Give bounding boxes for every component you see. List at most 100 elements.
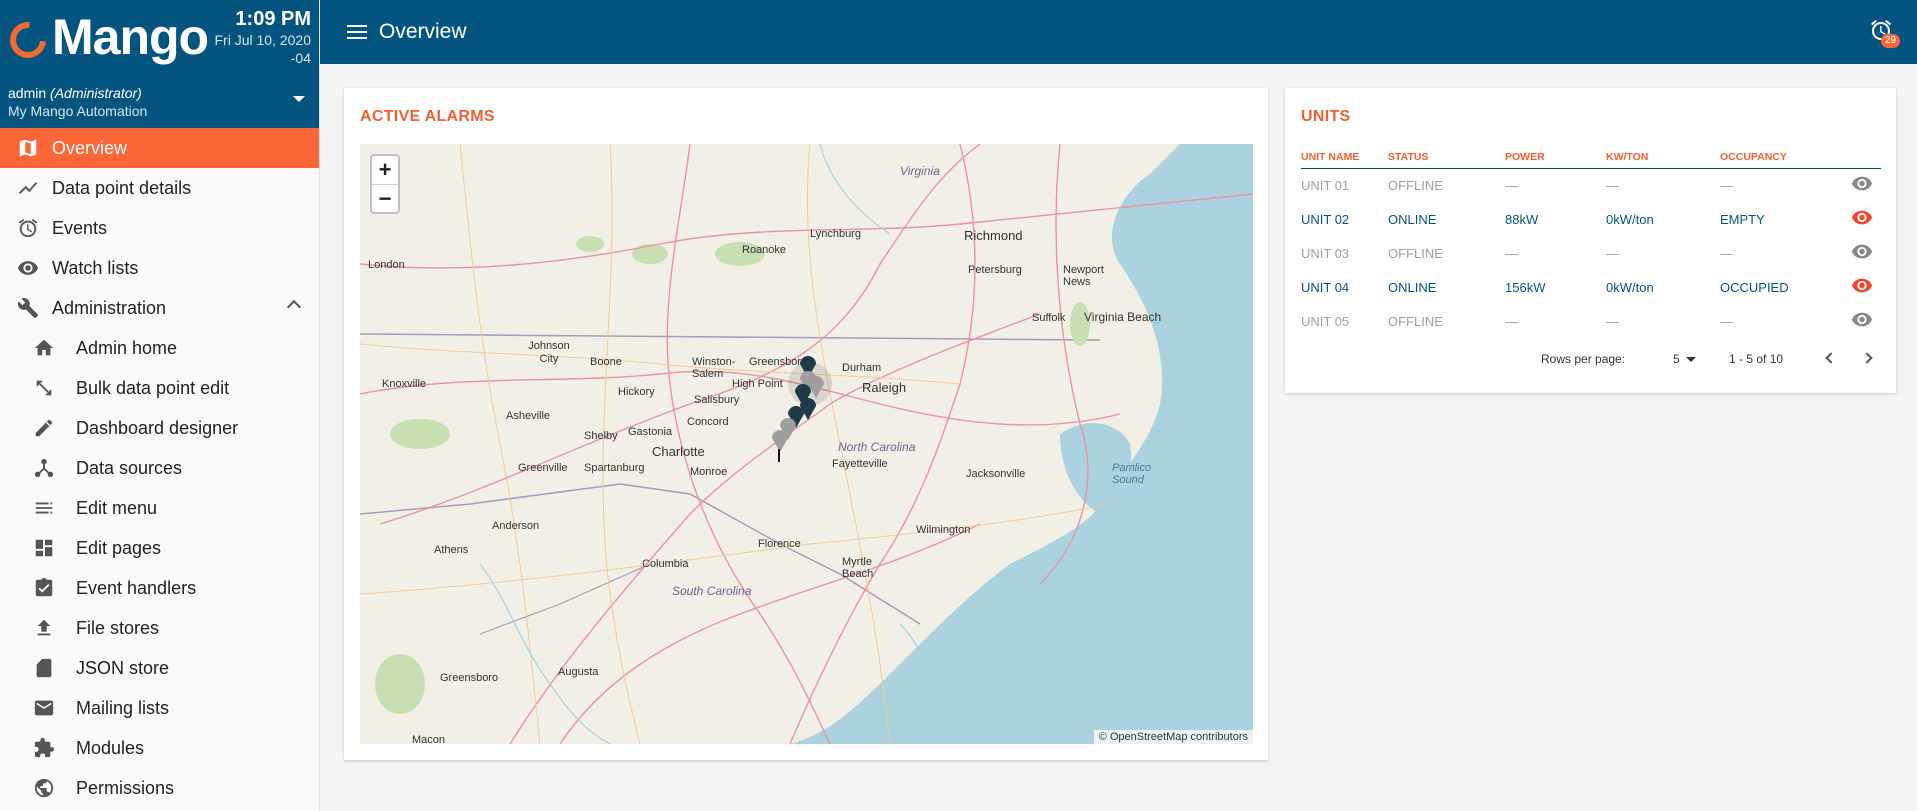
menu-item-dashboard-designer[interactable]: Dashboard designer bbox=[0, 408, 319, 448]
alarm-map[interactable]: Virginia Lynchburg Richmond Roanoke Pete… bbox=[360, 144, 1253, 744]
logo-text: Mango bbox=[52, 9, 209, 65]
map-label: Raleigh bbox=[862, 380, 907, 395]
menu-item-event-handlers[interactable]: Event handlers bbox=[0, 568, 319, 608]
sidebar: Mango 1:09 PM Fri Jul 10, 2020 -04 admin… bbox=[0, 0, 320, 811]
map-label: Newport News bbox=[1063, 264, 1104, 288]
column-header-actions bbox=[1851, 146, 1881, 169]
puzzle-icon bbox=[32, 736, 56, 760]
active-alarms-card: ACTIVE ALARMS Virginia Lynchburg Richmon… bbox=[344, 88, 1268, 760]
table-row[interactable]: UNIT 03 OFFLINE — — — bbox=[1301, 236, 1881, 270]
zoom-in-button[interactable]: + bbox=[372, 156, 398, 184]
map-label: Charlotte bbox=[652, 444, 705, 459]
user-role: (Administrator) bbox=[50, 85, 142, 101]
menu-item-bulk-data-point-edit[interactable]: Bulk data point edit bbox=[0, 368, 319, 408]
map-label: South Carolina bbox=[672, 584, 752, 598]
unit-occupancy: — bbox=[1720, 177, 1733, 193]
eye-icon[interactable] bbox=[1851, 244, 1873, 260]
unit-name: UNIT 01 bbox=[1301, 177, 1350, 193]
menu-item-overview[interactable]: Overview bbox=[0, 128, 319, 168]
clock-date: Fri Jul 10, 2020 bbox=[214, 32, 312, 48]
menu-item-admin-home[interactable]: Admin home bbox=[0, 328, 319, 368]
table-header-row: UNIT NAME STATUS POWER KW/TON OCCUPANCY bbox=[1301, 146, 1881, 169]
eye-icon[interactable] bbox=[1851, 278, 1873, 294]
map-label: Suffolk bbox=[1032, 312, 1066, 324]
map-label: Virginia bbox=[900, 164, 940, 178]
chevron-left-icon[interactable] bbox=[1825, 352, 1837, 364]
menu-label: Permissions bbox=[76, 777, 175, 798]
user-dropdown-icon[interactable] bbox=[293, 96, 305, 102]
map-label: Greensboro bbox=[440, 672, 499, 684]
chevron-up-icon[interactable] bbox=[286, 299, 302, 315]
unit-power: 88kW bbox=[1505, 211, 1539, 227]
map-label: London bbox=[368, 259, 405, 271]
menu-label: File stores bbox=[76, 617, 160, 638]
menu-label: Edit pages bbox=[76, 537, 162, 558]
map-label: North Carolina bbox=[838, 440, 916, 454]
map-label: Virginia Beach bbox=[1084, 310, 1162, 324]
menu-item-administration[interactable]: Administration bbox=[0, 288, 319, 328]
menu-item-file-stores[interactable]: File stores bbox=[0, 608, 319, 648]
menu-label: Watch lists bbox=[52, 257, 139, 278]
menu-item-permissions[interactable]: Permissions bbox=[0, 768, 319, 808]
unit-occupancy: OCCUPIED bbox=[1720, 279, 1789, 295]
table-row[interactable]: UNIT 04 ONLINE 156kW 0kW/ton OCCUPIED bbox=[1301, 270, 1881, 304]
chevron-right-icon[interactable] bbox=[1861, 352, 1873, 364]
menu-label: Mailing lists bbox=[76, 697, 170, 718]
column-header-kw-ton[interactable]: KW/TON bbox=[1606, 146, 1720, 169]
map-label: Jacksonville bbox=[966, 468, 1026, 480]
pagination-range: 1 - 5 of 10 bbox=[1729, 352, 1784, 366]
map-attribution[interactable]: © OpenStreetMap contributors bbox=[1093, 730, 1253, 744]
menu-item-json-store[interactable]: JSON store bbox=[0, 648, 319, 688]
unit-power: 156kW bbox=[1505, 279, 1546, 295]
column-header-status[interactable]: STATUS bbox=[1388, 146, 1505, 169]
globe-icon bbox=[32, 776, 56, 800]
rows-per-page-select[interactable]: 5 bbox=[1673, 352, 1696, 366]
column-header-occupancy[interactable]: OCCUPANCY bbox=[1720, 146, 1851, 169]
eye-icon[interactable] bbox=[1851, 312, 1873, 328]
zoom-control: + − bbox=[370, 154, 400, 214]
menu-toggle-icon[interactable] bbox=[347, 21, 367, 43]
eye-icon[interactable] bbox=[1851, 210, 1873, 226]
table-row[interactable]: UNIT 02 ONLINE 88kW 0kW/ton EMPTY bbox=[1301, 202, 1881, 236]
menu-label: Admin home bbox=[76, 337, 178, 358]
column-header-unit-name[interactable]: UNIT NAME bbox=[1301, 146, 1388, 169]
menu-item-events[interactable]: Events bbox=[0, 208, 319, 248]
menu-label: Edit menu bbox=[76, 497, 158, 518]
arrows-icon bbox=[32, 376, 56, 400]
menu-item-watch-lists[interactable]: Watch lists bbox=[0, 248, 319, 288]
map-label: Durham bbox=[842, 362, 882, 374]
map-label: Concord bbox=[687, 416, 729, 428]
active-alarms-button[interactable]: 29 bbox=[1869, 18, 1900, 48]
clock: 1:09 PM Fri Jul 10, 2020 -04 bbox=[215, 8, 312, 67]
menu-label: Overview bbox=[52, 137, 128, 158]
mango-logo[interactable]: Mango bbox=[2, 9, 209, 66]
menu-item-data-point-details[interactable]: Data point details bbox=[0, 168, 319, 208]
user-name: admin bbox=[8, 85, 47, 101]
column-header-power[interactable]: POWER bbox=[1505, 146, 1606, 169]
user-menu[interactable]: admin (Administrator) My Mango Automatio… bbox=[8, 84, 147, 120]
map-label: Monroe bbox=[690, 466, 728, 478]
unit-power: — bbox=[1505, 245, 1518, 261]
map-labels: Virginia Lynchburg Richmond Roanoke Pete… bbox=[360, 144, 1253, 744]
map-label: Florence bbox=[758, 538, 801, 550]
menu-item-edit-menu[interactable]: Edit menu bbox=[0, 488, 319, 528]
map-label: Wilmington bbox=[916, 524, 971, 536]
unit-status: OFFLINE bbox=[1388, 245, 1443, 261]
map-label: Anderson bbox=[492, 520, 540, 532]
map-label: Myrtle Beach bbox=[842, 556, 874, 580]
map-label: Salisbury bbox=[694, 394, 740, 406]
clock-timezone: -04 bbox=[290, 50, 311, 66]
menu-label: Modules bbox=[76, 737, 145, 758]
menu-item-modules[interactable]: Modules bbox=[0, 728, 319, 768]
unit-occupancy: — bbox=[1720, 245, 1733, 261]
unit-kw-ton: 0kW/ton bbox=[1606, 279, 1654, 295]
eye-icon[interactable] bbox=[1851, 176, 1873, 192]
clipboard-check-icon bbox=[32, 576, 56, 600]
zoom-out-button[interactable]: − bbox=[372, 184, 398, 212]
table-row[interactable]: UNIT 01 OFFLINE — — — bbox=[1301, 168, 1881, 202]
menu-item-mailing-lists[interactable]: Mailing lists bbox=[0, 688, 319, 728]
table-row[interactable]: UNIT 05 OFFLINE — — — bbox=[1301, 304, 1881, 338]
menu-item-edit-pages[interactable]: Edit pages bbox=[0, 528, 319, 568]
menu-item-data-sources[interactable]: Data sources bbox=[0, 448, 319, 488]
units-card: UNITS UNIT NAME STATUS POWER KW/TON OCCU… bbox=[1285, 88, 1896, 393]
